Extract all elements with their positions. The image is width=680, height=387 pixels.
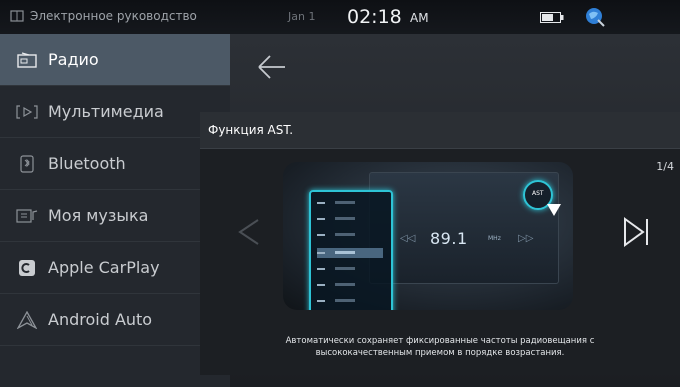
my-music-icon (16, 205, 38, 227)
preset-row (317, 267, 383, 270)
bluetooth-phone-icon (16, 153, 38, 175)
e-manual-label: Электронное руководство (30, 9, 197, 23)
dialog-header: Функция AST. (200, 112, 680, 149)
seek-forward-icon: ▷▷ (518, 233, 534, 244)
preset-row-selected (317, 248, 383, 258)
sidebar-item-label: Apple CarPlay (48, 258, 160, 277)
status-bar: Электронное руководство Jan 1 02:18 AM (0, 0, 680, 34)
preset-list-highlight (309, 190, 393, 310)
book-icon (10, 10, 24, 22)
description-line-2: высококачественным приемом в порядке воз… (315, 348, 565, 358)
back-arrow-icon[interactable] (255, 52, 289, 82)
sidebar-item-label: Радио (48, 50, 99, 69)
sidebar-item-radio[interactable]: Радио (0, 34, 230, 86)
ast-label: AST (532, 190, 544, 197)
next-page-icon[interactable] (622, 216, 650, 248)
seek-back-icon: ◁◁ (400, 233, 416, 244)
frequency-display: 89.1 (430, 229, 468, 248)
radio-icon (16, 49, 38, 71)
previous-page-icon[interactable] (236, 217, 262, 247)
preset-row (317, 283, 383, 286)
preset-row (317, 233, 383, 236)
ast-illustration: ◁◁ 89.1 MHz ▷▷ AST (283, 162, 573, 310)
android-auto-icon (16, 309, 38, 331)
pointer-marker-icon (547, 204, 561, 216)
sidebar-item-label: Bluetooth (48, 154, 126, 173)
sidebar-item-my-music[interactable]: Моя музыка (0, 190, 230, 242)
sidebar-item-multimedia[interactable]: Мультимедиа (0, 86, 230, 138)
ast-description: Автоматически сохраняет фиксированные ча… (250, 335, 630, 359)
sidebar-item-label: Моя музыка (48, 206, 149, 225)
preset-row (317, 201, 383, 204)
sidebar-item-android-auto[interactable]: Android Auto (0, 294, 230, 346)
battery-icon (540, 12, 564, 23)
frequency-unit: MHz (488, 235, 501, 242)
dialog-title: Функция AST. (208, 123, 294, 137)
ast-function-dialog: Функция AST. 1/4 ◁◁ 89.1 MHz ▷▷ AST Авто… (200, 112, 680, 375)
clock-ampm: AM (410, 11, 429, 25)
sidebar-item-bluetooth[interactable]: Bluetooth (0, 138, 230, 190)
description-line-1: Автоматически сохраняет фиксированные ча… (285, 336, 595, 346)
sidebar-item-apple-carplay[interactable]: Apple CarPlay (0, 242, 230, 294)
sidebar-item-label: Android Auto (48, 310, 153, 329)
apple-carplay-icon (16, 257, 38, 279)
sidebar-item-label: Мультимедиа (48, 102, 164, 121)
page-indicator: 1/4 (656, 160, 674, 173)
sidebar: Радио Мультимедиа Bluetooth Моя музыка A… (0, 34, 230, 387)
preset-row (317, 217, 383, 220)
e-manual-indicator: Электронное руководство (10, 9, 197, 23)
date-label: Jan 1 (288, 10, 316, 23)
connectivity-globe-icon (586, 8, 605, 27)
clock-time: 02:18 (347, 6, 402, 28)
multimedia-icon (16, 101, 38, 123)
preset-row (317, 299, 383, 302)
